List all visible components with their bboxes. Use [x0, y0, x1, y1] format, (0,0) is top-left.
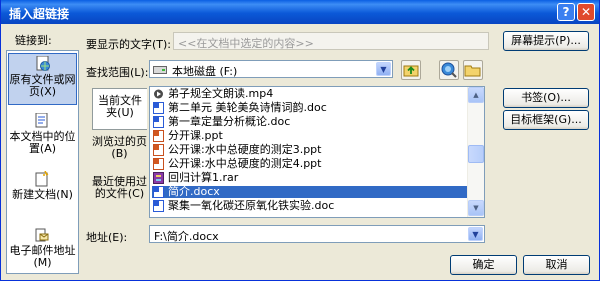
- screen-tip-button[interactable]: 屏幕提示(P)...: [503, 31, 589, 51]
- link-place-in-document-label: 本文档中的位置(A): [9, 130, 76, 155]
- file-list-scrollbar[interactable]: ▲ ▼: [467, 87, 484, 217]
- link-email-address[interactable]: 电子邮件地址(M): [8, 225, 77, 277]
- look-in-value: 本地磁盘 (F:): [172, 65, 238, 78]
- look-in-dropdown[interactable]: 本地磁盘 (F:) ▼: [149, 60, 393, 78]
- file-list[interactable]: 弟子规全文朗读.mp4 第二单元 美轮美奂诗情词韵.doc 第一章定量分析概论.…: [149, 86, 485, 218]
- tab-recent-files[interactable]: 最近使用过的文件(C): [92, 176, 147, 216]
- display-text-input[interactable]: <<在文档中选定的内容>>: [173, 32, 489, 50]
- drive-icon: [153, 66, 167, 74]
- globe-document-icon: [36, 56, 50, 71]
- address-input[interactable]: F:\简介.docx ▼: [149, 225, 485, 243]
- link-to-panel: 原有文件或网页(X) 本文档中的位置(A) 新建文档(N) 电子邮件地址(M): [6, 50, 79, 274]
- tab-current-folder[interactable]: 当前文件夹(U): [92, 88, 147, 130]
- address-value: F:\简介.docx: [154, 230, 219, 243]
- browse-web-button[interactable]: [439, 60, 459, 80]
- new-document-icon: [35, 171, 49, 187]
- dialog-title: 插入超链接: [9, 7, 70, 21]
- list-item[interactable]: 公开课:水中总硬度的测定4.ppt: [152, 158, 468, 170]
- link-new-document-label: 新建文档(N): [12, 188, 73, 201]
- bookmark-button[interactable]: 书签(O)...: [503, 88, 589, 108]
- word-document-icon: [153, 200, 164, 212]
- scroll-up-icon[interactable]: ▲: [468, 87, 484, 103]
- chevron-down-icon[interactable]: ▼: [468, 227, 483, 241]
- link-new-document[interactable]: 新建文档(N): [8, 169, 77, 221]
- file-source-tabs: 当前文件夹(U) 浏览过的页(B) 最近使用过的文件(C): [92, 88, 147, 218]
- email-icon: [35, 228, 49, 242]
- up-folder-icon: [403, 65, 419, 77]
- link-existing-file-label: 原有文件或网页(X): [9, 73, 76, 98]
- cancel-button[interactable]: 取消: [523, 255, 590, 275]
- link-place-in-document[interactable]: 本文档中的位置(A): [8, 111, 77, 163]
- look-in-label: 查找范围(L):: [86, 66, 149, 79]
- list-item[interactable]: 分开课.ppt: [152, 130, 468, 142]
- powerpoint-icon: [153, 144, 164, 156]
- word-document-icon: [153, 102, 164, 114]
- ok-button[interactable]: 确定: [450, 255, 517, 275]
- close-button[interactable]: ✕: [577, 3, 595, 21]
- tab-browsed-pages[interactable]: 浏览过的页(B): [92, 136, 147, 164]
- open-folder-icon: [464, 65, 481, 77]
- up-folder-button[interactable]: [401, 60, 421, 80]
- target-frame-button[interactable]: 目标框架(G)...: [503, 110, 589, 130]
- powerpoint-icon: [153, 130, 164, 142]
- word-document-icon: [153, 186, 164, 198]
- media-file-icon: [154, 89, 163, 99]
- chevron-down-icon[interactable]: ▼: [376, 62, 391, 76]
- title-bar[interactable]: 插入超链接 ? ✕: [1, 0, 599, 24]
- list-item[interactable]: 第一章定量分析概论.doc: [152, 116, 468, 128]
- document-place-icon: [35, 113, 48, 128]
- list-item[interactable]: 公开课:水中总硬度的测定3.ppt: [152, 144, 468, 156]
- display-text-label: 要显示的文字(T):: [86, 38, 172, 51]
- address-label: 地址(E):: [86, 231, 128, 244]
- browse-file-button[interactable]: [463, 60, 483, 80]
- link-to-label: 链接到:: [15, 34, 52, 47]
- list-item[interactable]: 聚集一氧化碳还原氧化铁实验.doc: [152, 200, 468, 212]
- list-item[interactable]: 第二单元 美轮美奂诗情词韵.doc: [152, 102, 468, 114]
- scroll-down-icon[interactable]: ▼: [468, 200, 484, 216]
- word-document-icon: [153, 116, 164, 128]
- powerpoint-icon: [153, 158, 164, 170]
- list-item-selected[interactable]: 简介.docx: [152, 186, 468, 198]
- help-button[interactable]: ?: [557, 3, 575, 21]
- insert-hyperlink-dialog: 插入超链接 ? ✕ 链接到: 原有文件或网页(X) 本文档中的位置(A) 新建文…: [0, 0, 600, 281]
- link-email-address-label: 电子邮件地址(M): [9, 244, 76, 269]
- archive-icon: [153, 172, 164, 184]
- list-item[interactable]: 回归计算1.rar: [152, 172, 468, 184]
- list-item[interactable]: 弟子规全文朗读.mp4: [152, 88, 468, 100]
- browse-web-icon: [441, 62, 457, 78]
- link-existing-file[interactable]: 原有文件或网页(X): [8, 53, 77, 105]
- scroll-thumb[interactable]: [468, 145, 484, 163]
